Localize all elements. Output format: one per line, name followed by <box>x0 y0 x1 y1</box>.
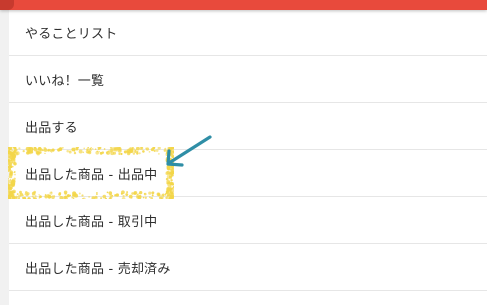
menu-item-listed-on-sale[interactable]: 出品した商品 - 出品中 <box>9 151 487 197</box>
menu-item-likes[interactable]: いいね！一覧 <box>9 57 487 103</box>
menu-item-label: やることリスト <box>25 27 118 42</box>
menu-item-listed-sold[interactable]: 出品した商品 - 売却済み <box>9 245 487 291</box>
menu-item-label: 出品した商品 - 取引中 <box>25 215 158 230</box>
menu-item-label: 出品する <box>25 121 78 136</box>
menu-item-label: 出品した商品 - 出品中 <box>25 168 158 183</box>
menu-item-listed-in-progress[interactable]: 出品した商品 - 取引中 <box>9 198 487 244</box>
account-menu: やることリスト いいね！一覧 出品する 出品した商品 - 出品中 出品した商品 … <box>9 10 487 305</box>
app-header-bar <box>0 0 487 10</box>
menu-item-sell[interactable]: 出品する <box>9 104 487 150</box>
menu-item-label: 出品した商品 - 売却済み <box>25 262 171 277</box>
menu-item-label: いいね！一覧 <box>25 74 105 89</box>
header-corner <box>0 0 14 10</box>
menu-item-todo-list[interactable]: やることリスト <box>9 10 487 56</box>
